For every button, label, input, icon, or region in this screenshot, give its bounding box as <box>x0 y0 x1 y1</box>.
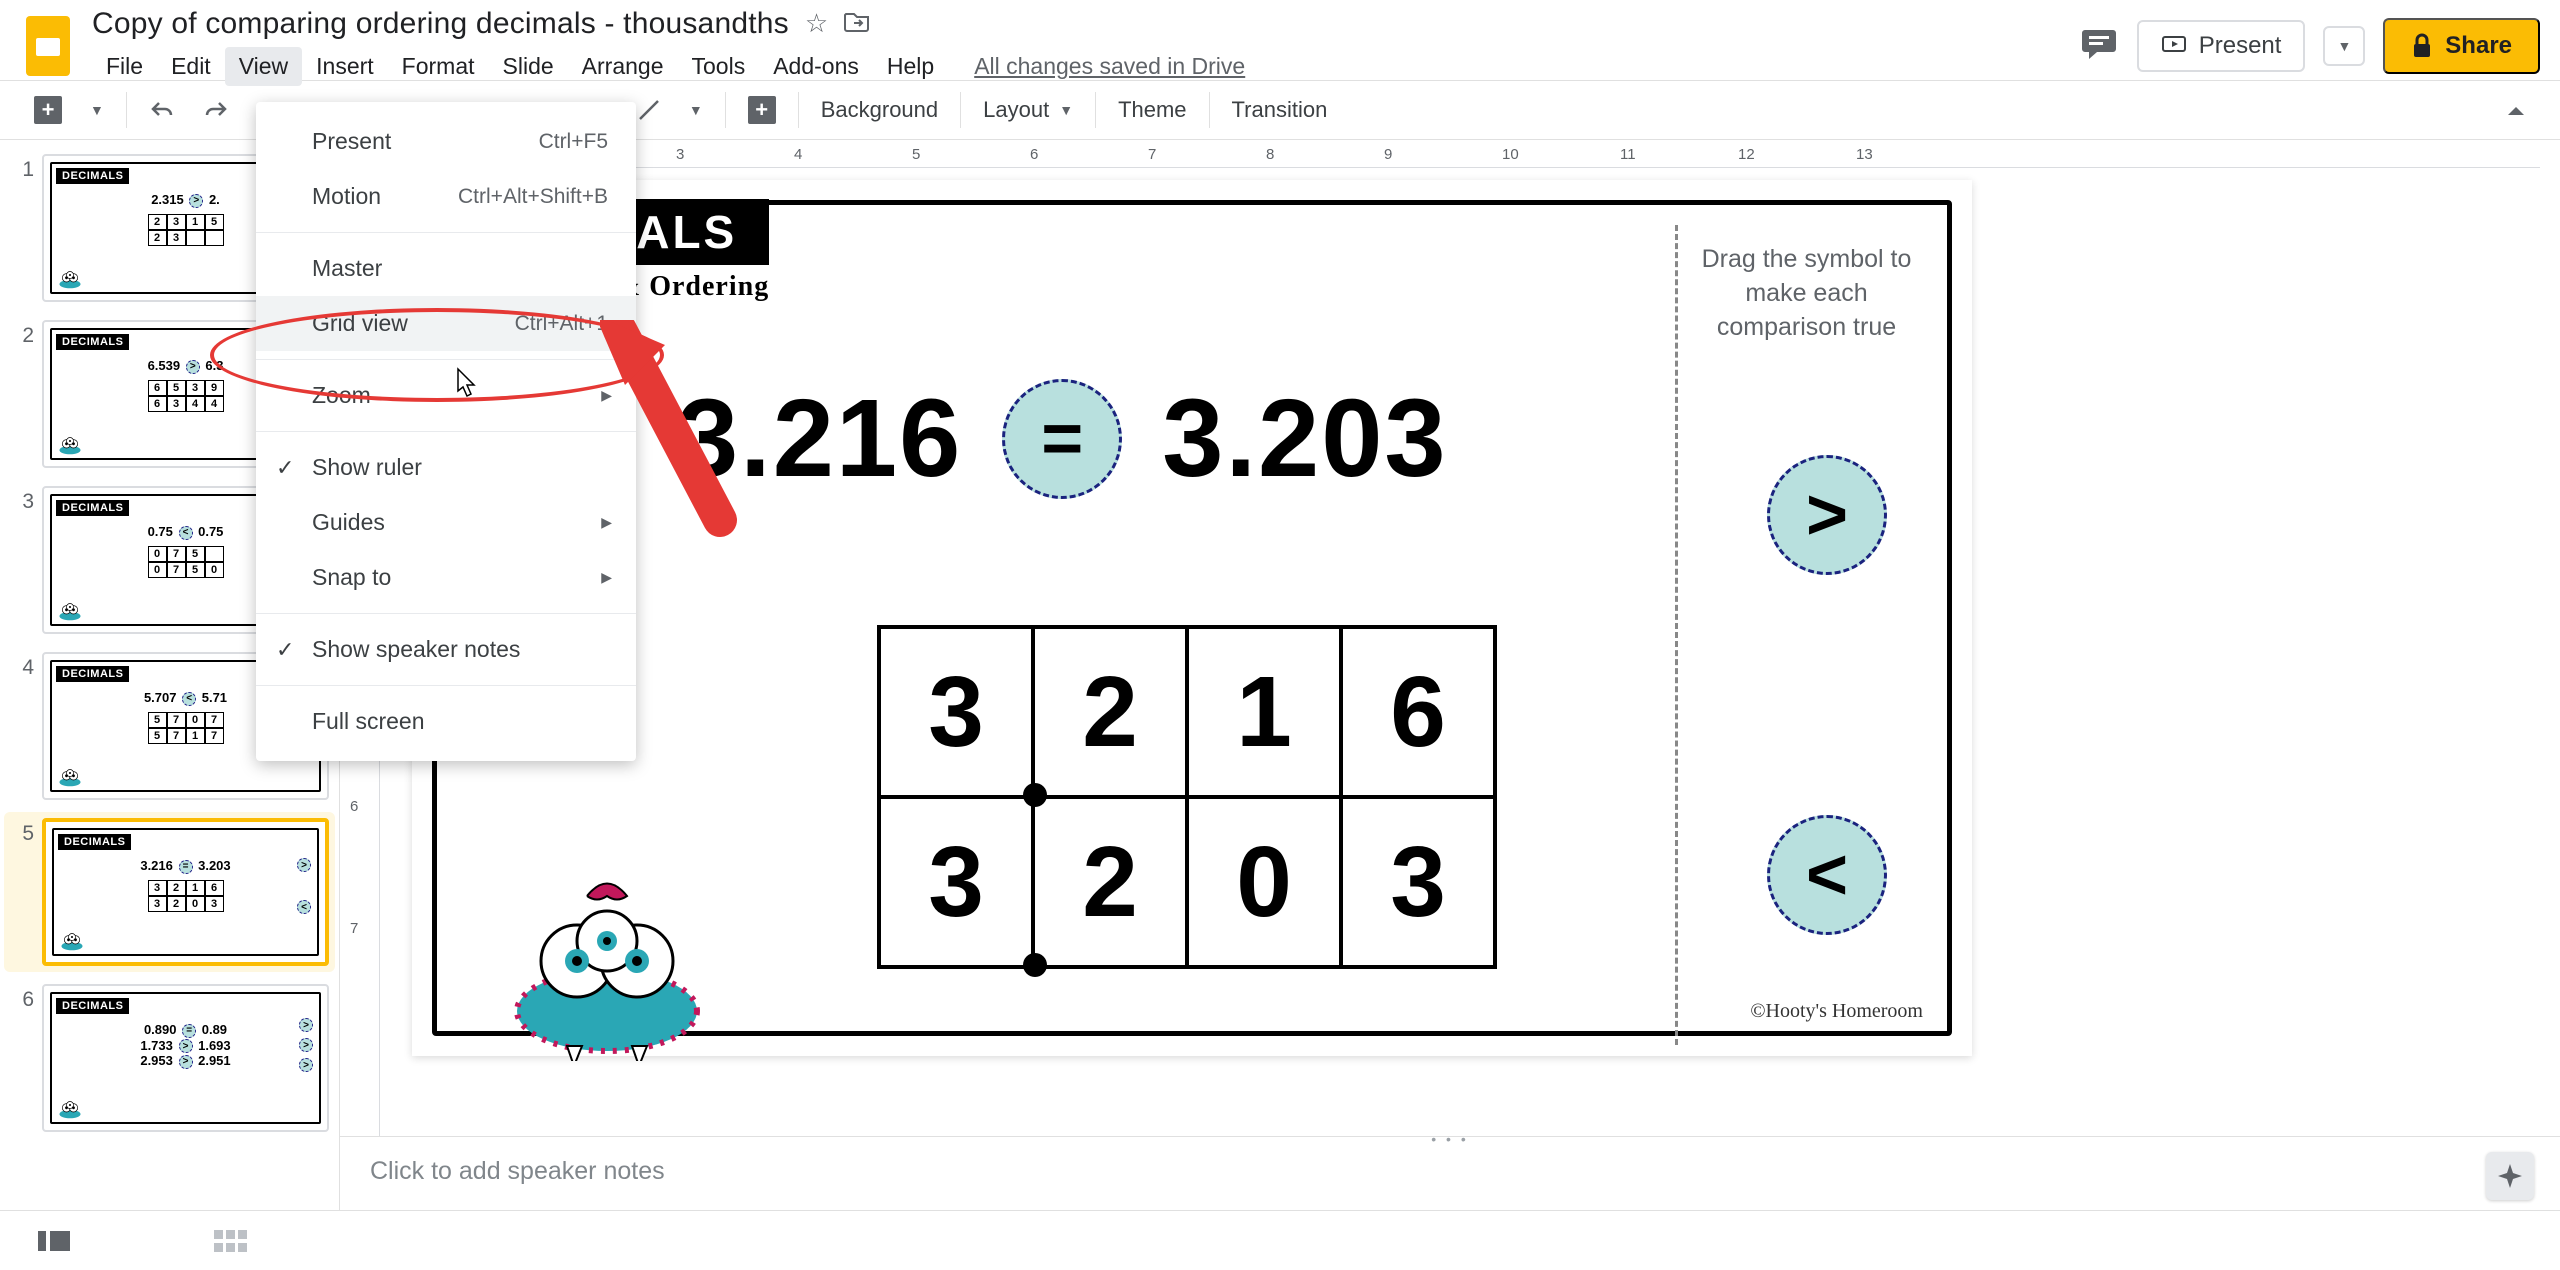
menu-insert[interactable]: Insert <box>302 47 388 86</box>
menu-tools[interactable]: Tools <box>678 47 760 86</box>
view-menu-item[interactable]: Snap to▶ <box>256 550 636 605</box>
background-button[interactable]: Background <box>807 89 952 131</box>
comments-icon[interactable] <box>2079 24 2119 69</box>
monster-image <box>487 861 727 1061</box>
menu-format[interactable]: Format <box>388 47 489 86</box>
undo-button[interactable] <box>135 91 189 129</box>
menu-view[interactable]: View <box>225 47 302 86</box>
move-folder-icon[interactable] <box>844 8 870 39</box>
slides-logo[interactable] <box>20 10 76 82</box>
view-menu-item[interactable]: MotionCtrl+Alt+Shift+B <box>256 169 636 224</box>
save-status[interactable]: All changes saved in Drive <box>974 53 1245 80</box>
titlebar: Copy of comparing ordering decimals - th… <box>0 0 2560 80</box>
grid-cell: 2 <box>1033 797 1187 967</box>
symbol-less-than[interactable]: < <box>1767 815 1887 935</box>
view-menu-item[interactable]: PresentCtrl+F5 <box>256 114 636 169</box>
lock-icon <box>2411 33 2433 59</box>
ruler-horizontal: 12345678910111213 <box>380 140 2540 168</box>
thumbnail[interactable]: DECIMALS>>>0.890 = 0.891.733 > 1.6932.95… <box>42 984 329 1132</box>
symbol-greater-than[interactable]: > <box>1767 455 1887 575</box>
notes-placeholder: Click to add speaker notes <box>370 1157 665 1185</box>
grid-cell: 0 <box>1187 797 1341 967</box>
right-number: 3.203 <box>1162 375 1447 502</box>
canvas[interactable]: 12345678910111213 1234567 DECIMALS Compa… <box>340 140 2560 1210</box>
present-label: Present <box>2199 32 2282 60</box>
explore-button[interactable] <box>2486 1152 2534 1200</box>
view-menu-item[interactable]: Grid viewCtrl+Alt+1 <box>256 296 636 351</box>
theme-button[interactable]: Theme <box>1104 89 1200 131</box>
grid-cell: 3 <box>1341 797 1495 967</box>
menu-arrange[interactable]: Arrange <box>568 47 678 86</box>
chevron-down-icon: ▼ <box>2337 38 2351 54</box>
speaker-notes[interactable]: • • • Click to add speaker notes <box>340 1136 2560 1210</box>
view-menu-item[interactable]: ✓Show ruler <box>256 440 636 495</box>
share-label: Share <box>2445 32 2512 60</box>
left-number: 3.216 <box>677 375 962 502</box>
credit-text: ©Hooty's Homeroom <box>1750 1000 1923 1023</box>
present-icon <box>2161 35 2187 57</box>
view-menu-item[interactable]: ✓Show speaker notes <box>256 622 636 677</box>
plus-icon: + <box>748 96 776 124</box>
placed-symbol[interactable]: = <box>1002 379 1122 499</box>
layout-button[interactable]: Layout▼ <box>969 89 1087 131</box>
view-menu-item[interactable]: Full screen <box>256 694 636 749</box>
instructions-text: Drag the symbol to make each comparison … <box>1700 243 1913 344</box>
share-button[interactable]: Share <box>2383 18 2540 74</box>
grid-cell: 1 <box>1187 627 1341 797</box>
chevron-down-icon: ▼ <box>689 102 703 118</box>
new-slide-dropdown[interactable]: ▼ <box>76 94 118 126</box>
grid-view-button[interactable] <box>212 1227 248 1255</box>
present-dropdown[interactable]: ▼ <box>2323 26 2365 66</box>
doc-title[interactable]: Copy of comparing ordering decimals - th… <box>92 7 789 41</box>
menu-help[interactable]: Help <box>873 47 948 86</box>
plus-icon: + <box>34 96 62 124</box>
filmstrip-view-button[interactable] <box>36 1227 72 1255</box>
menu-bar: File Edit View Insert Format Slide Arran… <box>92 47 2079 86</box>
collapse-toolbar-button[interactable] <box>2492 95 2540 125</box>
star-icon[interactable]: ☆ <box>805 8 828 39</box>
grid-cell: 3 <box>879 797 1033 967</box>
line-dropdown[interactable]: ▼ <box>675 94 717 126</box>
add-comment-button[interactable]: + <box>734 88 790 132</box>
menu-edit[interactable]: Edit <box>157 47 225 86</box>
footer <box>0 1210 2560 1270</box>
grid-cell: 6 <box>1341 627 1495 797</box>
present-button[interactable]: Present <box>2137 20 2306 72</box>
view-menu-item[interactable]: Master <box>256 241 636 296</box>
redo-button[interactable] <box>189 91 243 129</box>
grid-cell: 3 <box>879 627 1033 797</box>
thumbnail[interactable]: DECIMALS><3.216 = 3.20332163203 <box>42 818 329 966</box>
view-menu-item[interactable]: Guides▶ <box>256 495 636 550</box>
slide-border: DECIMALS Comparing & Ordering Drag the s… <box>432 200 1952 1036</box>
menu-slide[interactable]: Slide <box>489 47 568 86</box>
comparison-row: 3.216 = 3.203 <box>677 375 1448 502</box>
menu-file[interactable]: File <box>92 47 157 86</box>
grid-cell: 2 <box>1033 627 1187 797</box>
new-slide-button[interactable]: + <box>20 88 76 132</box>
view-menu-item[interactable]: Zoom▶ <box>256 368 636 423</box>
menu-addons[interactable]: Add-ons <box>759 47 873 86</box>
place-value-grid: 3 2 1 6 3 2 0 3 <box>877 625 1497 969</box>
transition-button[interactable]: Transition <box>1218 89 1342 131</box>
notes-resize-grip[interactable]: • • • <box>1431 1131 1468 1147</box>
chevron-down-icon: ▼ <box>90 102 104 118</box>
view-menu-dropdown: PresentCtrl+F5MotionCtrl+Alt+Shift+B Mast… <box>256 102 636 761</box>
slide[interactable]: DECIMALS Comparing & Ordering Drag the s… <box>412 180 1972 1056</box>
